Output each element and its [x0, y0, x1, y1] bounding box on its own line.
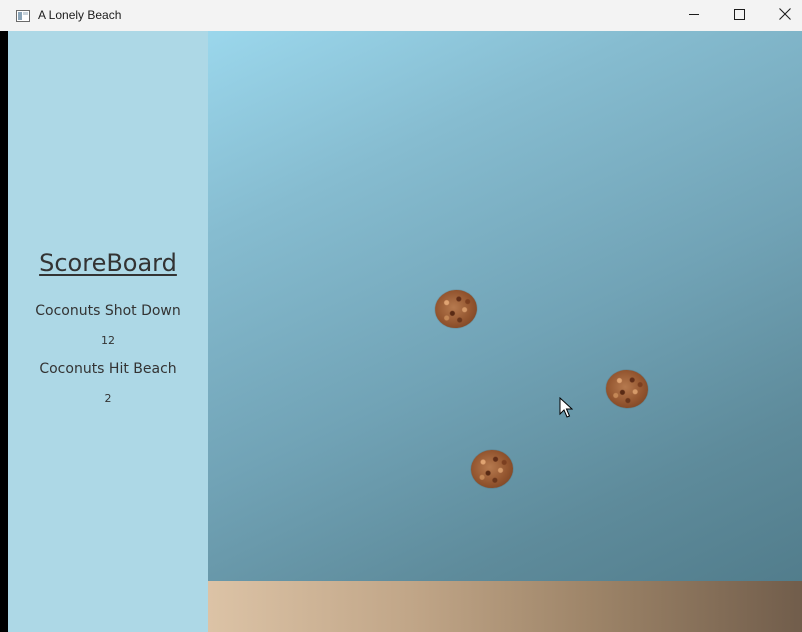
shot-down-label: Coconuts Shot Down — [35, 303, 181, 319]
close-icon — [779, 7, 791, 25]
minimize-button[interactable] — [671, 0, 717, 31]
sky-playfield[interactable] — [208, 31, 802, 581]
beach — [208, 581, 802, 632]
scoreboard-title: ScoreBoard — [39, 249, 177, 277]
hit-beach-label: Coconuts Hit Beach — [39, 361, 177, 377]
window-title: A Lonely Beach — [38, 8, 122, 22]
title-bar[interactable]: A Lonely Beach — [0, 0, 802, 31]
window-icon — [16, 9, 30, 22]
mouse-pointer-icon — [559, 396, 574, 419]
maximize-button[interactable] — [716, 0, 762, 31]
game-window: A Lonely Beach ScoreBoard Coconuts Shot — [0, 0, 802, 632]
window-left-edge — [0, 31, 8, 632]
shot-down-count: 12 — [101, 334, 115, 347]
close-button[interactable] — [762, 0, 802, 31]
game-area: ScoreBoard Coconuts Shot Down 12 Coconut… — [0, 31, 802, 632]
hit-beach-count: 2 — [104, 392, 112, 405]
minimize-icon — [688, 7, 700, 25]
maximize-icon — [733, 7, 745, 25]
scoreboard-panel: ScoreBoard Coconuts Shot Down 12 Coconut… — [8, 31, 208, 632]
